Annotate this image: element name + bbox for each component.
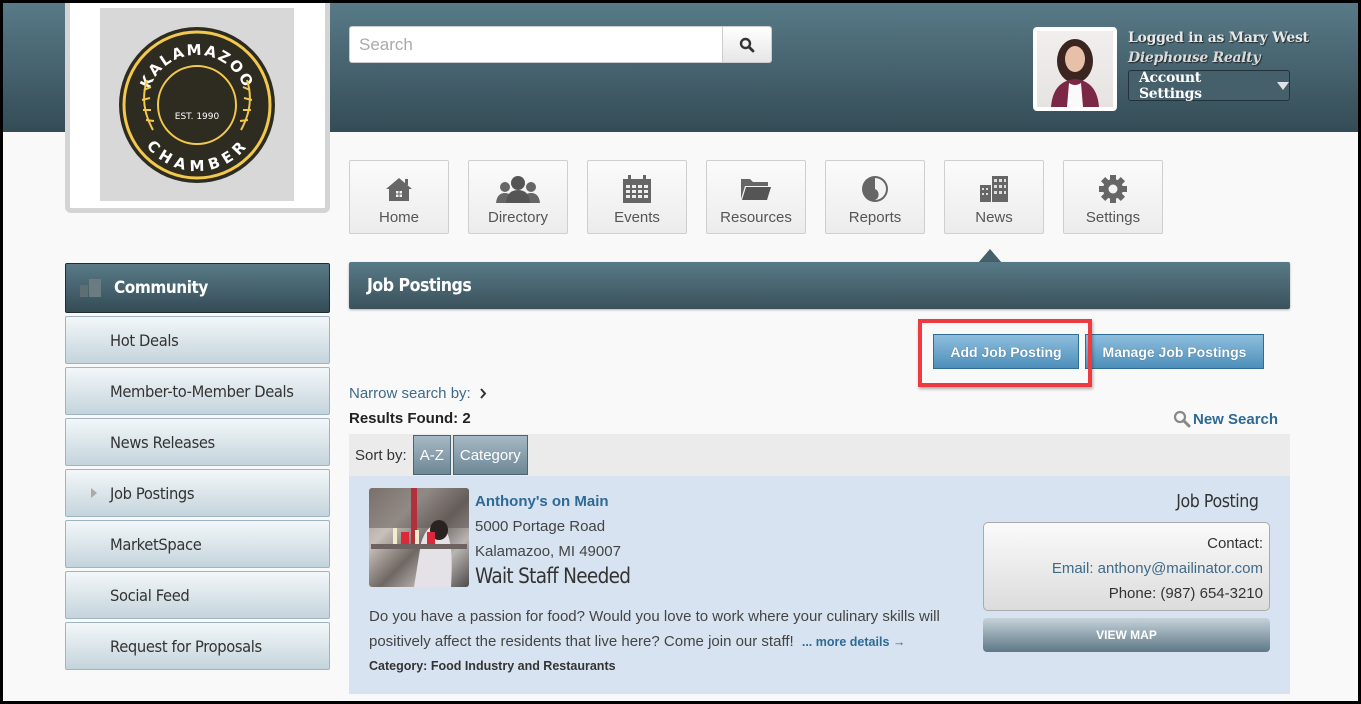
sidebar-item-rfp[interactable]: Request for Proposals bbox=[65, 622, 330, 670]
account-settings-dropdown[interactable]: Account Settings bbox=[1128, 69, 1290, 102]
pie-chart-icon bbox=[862, 176, 888, 202]
search-icon bbox=[739, 37, 755, 52]
sidebar-item-hot-deals[interactable]: Hot Deals bbox=[65, 316, 330, 364]
nav-directory-label: Directory bbox=[487, 209, 548, 226]
sidebar-item-label: Job Postings bbox=[110, 483, 195, 503]
sidebar-item-news-releases[interactable]: News Releases bbox=[65, 418, 330, 466]
sidebar-item-label: News Releases bbox=[110, 432, 215, 452]
logo-middle-text: EST. 1990 bbox=[175, 112, 220, 122]
logo-container: KALAMAZOO CHAMBER EST. 1990 bbox=[65, 3, 330, 213]
business-name-link[interactable]: Anthony's on Main bbox=[475, 493, 609, 510]
listing-thumbnail[interactable] bbox=[369, 488, 469, 587]
main-nav: Home Directory Events Resources Reports … bbox=[349, 160, 1163, 234]
job-category: Category: Food Industry and Restaurants bbox=[369, 659, 616, 673]
narrow-search-toggle[interactable]: Narrow search by: bbox=[349, 385, 487, 402]
manage-job-postings-button[interactable]: Manage Job Postings bbox=[1085, 334, 1264, 369]
search-button[interactable] bbox=[723, 26, 772, 63]
results-count: Results Found: 2 bbox=[349, 410, 471, 427]
nav-settings[interactable]: Settings bbox=[1063, 160, 1163, 234]
nav-news-label: News bbox=[975, 209, 1013, 226]
sidebar-item-job-postings[interactable]: Job Postings bbox=[65, 469, 330, 517]
nav-reports[interactable]: Reports bbox=[825, 160, 925, 234]
narrow-search-label: Narrow search by: bbox=[349, 385, 471, 402]
user-info: Logged in as Mary West Diephouse Realty … bbox=[1128, 30, 1309, 102]
sidebar-item-member-deals[interactable]: Member-to-Member Deals bbox=[65, 367, 330, 415]
nav-events-label: Events bbox=[614, 209, 660, 226]
nav-home-label: Home bbox=[378, 209, 419, 226]
search-input[interactable] bbox=[349, 26, 723, 63]
listing-item: Anthony's on Main 5000 Portage Road Kala… bbox=[349, 476, 1290, 694]
account-settings-label: Account Settings bbox=[1139, 69, 1202, 102]
nav-resources-label: Resources bbox=[720, 209, 792, 226]
home-icon bbox=[386, 178, 412, 201]
chamber-logo[interactable]: KALAMAZOO CHAMBER EST. 1990 bbox=[100, 8, 294, 201]
nav-home[interactable]: Home bbox=[349, 160, 449, 234]
contact-box: Contact: Email: anthony@mailinator.com P… bbox=[983, 522, 1270, 611]
listing-type-label: Job Posting bbox=[1175, 491, 1259, 512]
add-job-posting-button[interactable]: Add Job Posting bbox=[933, 334, 1079, 369]
job-title: Wait Staff Needed bbox=[475, 564, 631, 588]
nav-events[interactable]: Events bbox=[587, 160, 687, 234]
buildings-icon bbox=[980, 176, 1008, 202]
page-title-bar: Job Postings bbox=[349, 262, 1290, 309]
logo-emblem-icon: KALAMAZOO CHAMBER EST. 1990 bbox=[119, 26, 275, 183]
sidebar-item-label: Social Feed bbox=[110, 585, 190, 605]
contact-email-link[interactable]: Email: anthony@mailinator.com bbox=[984, 556, 1263, 581]
sort-category-button[interactable]: Category bbox=[452, 435, 528, 475]
sort-label: Sort by: bbox=[355, 446, 407, 464]
sidebar-item-social-feed[interactable]: Social Feed bbox=[65, 571, 330, 619]
buildings-icon bbox=[80, 279, 101, 297]
caret-right-icon bbox=[91, 488, 97, 498]
folder-icon bbox=[741, 179, 771, 200]
user-photo-icon bbox=[1051, 39, 1099, 107]
sidebar: Community Hot Deals Member-to-Member Dea… bbox=[65, 263, 330, 670]
view-map-button[interactable]: VIEW MAP bbox=[983, 618, 1270, 652]
user-avatar[interactable] bbox=[1033, 27, 1117, 111]
active-nav-indicator bbox=[978, 249, 1002, 263]
calendar-icon bbox=[623, 175, 651, 203]
contact-label: Contact: bbox=[1207, 535, 1263, 552]
nav-resources[interactable]: Resources bbox=[706, 160, 806, 234]
nav-settings-label: Settings bbox=[1085, 209, 1141, 226]
avatar-photo bbox=[1037, 31, 1113, 107]
waiter-photo-icon bbox=[369, 488, 469, 587]
new-search-link[interactable]: New Search bbox=[1173, 410, 1278, 428]
sidebar-item-label: Member-to-Member Deals bbox=[110, 381, 294, 401]
caret-down-icon bbox=[1277, 81, 1289, 90]
sidebar-heading: Community bbox=[65, 263, 330, 313]
magnifier-icon bbox=[1173, 410, 1191, 428]
company-name: Diephouse Realty bbox=[1128, 50, 1261, 66]
sidebar-item-label: MarketSpace bbox=[110, 534, 202, 554]
page: KALAMAZOO CHAMBER EST. 1990 Search Logge… bbox=[3, 3, 1358, 701]
address-line1: 5000 Portage Road bbox=[475, 518, 606, 535]
address-line2: Kalamazoo, MI 49007 bbox=[475, 543, 621, 560]
logged-in-text: Logged in as Mary West bbox=[1128, 30, 1309, 46]
nav-news[interactable]: News bbox=[944, 160, 1044, 234]
nav-directory[interactable]: Directory bbox=[468, 160, 568, 234]
sort-a-z-button[interactable]: A-Z bbox=[412, 435, 451, 475]
sidebar-item-label: Hot Deals bbox=[110, 330, 179, 350]
more-details-link[interactable]: ... more details → bbox=[802, 635, 906, 649]
sidebar-item-label: Request for Proposals bbox=[110, 636, 262, 656]
gear-icon bbox=[1099, 175, 1127, 203]
nav-reports-label: Reports bbox=[848, 209, 902, 226]
chevron-right-icon bbox=[479, 388, 487, 399]
job-description: Do you have a passion for food? Would yo… bbox=[369, 604, 959, 655]
contact-phone: Phone: (987) 654-3210 bbox=[1108, 585, 1263, 602]
sidebar-item-marketspace[interactable]: MarketSpace bbox=[65, 520, 330, 568]
sidebar-heading-label: Community bbox=[114, 278, 208, 298]
users-icon bbox=[496, 176, 540, 203]
sort-bar: Sort by: A-Z Category bbox=[349, 434, 1290, 476]
page-title: Job Postings bbox=[367, 275, 472, 296]
new-search-label: New Search bbox=[1193, 410, 1279, 428]
search-bar bbox=[349, 26, 772, 63]
